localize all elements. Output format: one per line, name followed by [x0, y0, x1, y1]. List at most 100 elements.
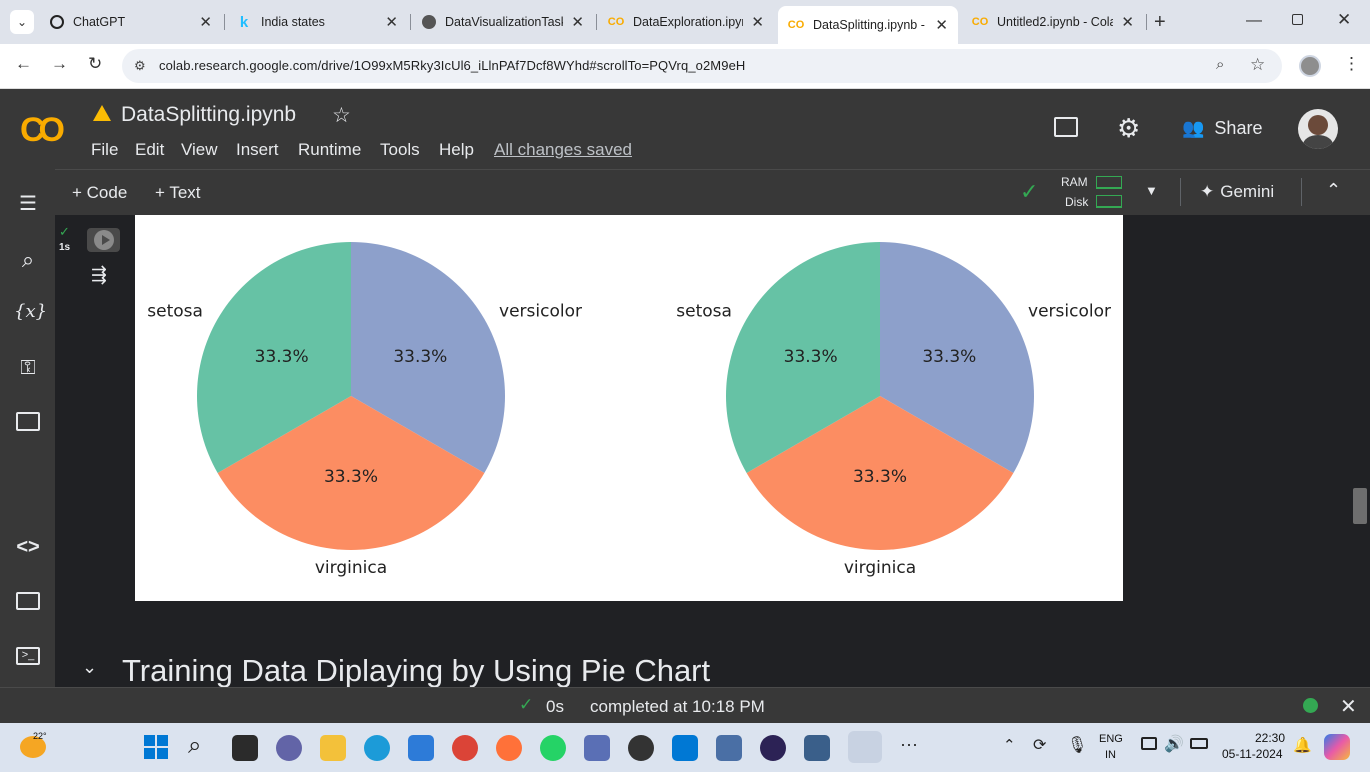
sync-icon[interactable]: ⟳	[1033, 735, 1046, 755]
terminal-icon[interactable]: >_	[16, 647, 40, 665]
menu-file[interactable]: File	[91, 140, 118, 160]
remote-desktop-icon[interactable]	[716, 735, 742, 761]
tab-search-button[interactable]: ⌄	[10, 10, 34, 34]
files-folder-icon[interactable]	[16, 412, 40, 431]
menu-view[interactable]: View	[181, 140, 218, 160]
close-icon[interactable]: ✕	[385, 13, 398, 31]
tab-untitled2[interactable]: CO Untitled2.ipynb - Cola ✕	[962, 6, 1144, 38]
colab-logo[interactable]: CO	[20, 111, 65, 150]
menu-runtime[interactable]: Runtime	[298, 140, 361, 160]
status-check-icon: ✓	[519, 695, 534, 714]
firefox-icon[interactable]	[496, 735, 522, 761]
add-text-button[interactable]: + Text	[155, 183, 201, 203]
file-explorer-icon[interactable]	[320, 735, 346, 761]
menu-insert[interactable]: Insert	[236, 140, 279, 160]
secrets-key-icon[interactable]: ⚿	[14, 357, 42, 385]
notification-bell-icon[interactable]: 🔔	[1293, 736, 1312, 754]
settings-gear-icon[interactable]: ⚙	[1117, 113, 1140, 144]
network-icon[interactable]	[1141, 737, 1157, 750]
obs-icon[interactable]	[628, 735, 654, 761]
notebook-title[interactable]: DataSplitting.ipynb	[121, 103, 296, 127]
eclipse-icon[interactable]	[760, 735, 786, 761]
site-info-icon[interactable]: ⚙	[134, 58, 146, 74]
forward-button[interactable]: →	[51, 54, 68, 74]
zoom-icon[interactable]: ⌕	[1216, 56, 1224, 73]
microphone-icon[interactable]: 🎙	[1067, 735, 1087, 755]
menu-help[interactable]: Help	[439, 140, 474, 160]
close-icon[interactable]: ✕	[751, 13, 764, 31]
pie-category-label: virginica	[315, 558, 387, 578]
gemini-button[interactable]: ✦ Gemini	[1200, 182, 1274, 202]
bookmark-star-icon[interactable]: ☆	[1250, 55, 1265, 75]
star-icon[interactable]: ☆	[332, 103, 351, 128]
command-palette-icon[interactable]	[16, 592, 40, 610]
menu-edit[interactable]: Edit	[135, 140, 164, 160]
task-view-icon[interactable]	[232, 735, 258, 761]
save-status-link[interactable]: All changes saved	[494, 140, 632, 160]
show-hidden-icons[interactable]: ⌃	[1003, 736, 1016, 754]
account-avatar[interactable]	[1298, 109, 1338, 149]
disk-meter[interactable]	[1096, 195, 1122, 208]
search-icon[interactable]: ⌕	[14, 247, 42, 275]
chrome-active-icon[interactable]	[848, 731, 882, 763]
tab-dataexploration[interactable]: CO DataExploration.ipynb ✕	[598, 6, 774, 38]
whatsapp-icon[interactable]	[540, 735, 566, 761]
address-bar[interactable]: ⚙ colab.research.google.com/drive/1O99xM…	[122, 49, 1282, 83]
edge-browser-icon[interactable]	[364, 735, 390, 761]
language-bottom[interactable]: IN	[1105, 749, 1116, 761]
close-icon[interactable]: ✕	[199, 13, 212, 31]
notebook-toolbar: + Code + Text ✓ RAM Disk ▼ ✦ Gemini ⌃	[55, 169, 1370, 215]
runtime-dropdown-icon[interactable]: ▼	[1145, 183, 1158, 198]
variables-icon[interactable]: {x}	[14, 301, 47, 329]
back-button[interactable]: ←	[15, 54, 32, 74]
colab-icon: CO	[971, 16, 989, 28]
ram-meter[interactable]	[1096, 176, 1122, 189]
minimize-button[interactable]: —	[1246, 12, 1262, 30]
output-menu-icon[interactable]: ⇶	[91, 264, 107, 287]
clock-time[interactable]: 22:30	[1255, 731, 1285, 745]
vscode-icon[interactable]	[672, 735, 698, 761]
tab-datavisualization[interactable]: DataVisualizationTask ✕	[412, 6, 594, 38]
profile-avatar[interactable]	[1299, 55, 1321, 77]
battery-icon[interactable]	[1190, 738, 1208, 749]
close-icon[interactable]: ✕	[935, 16, 948, 34]
table-of-contents-icon[interactable]: ☰	[14, 191, 42, 219]
teams-chat-icon[interactable]	[276, 735, 302, 761]
share-label: Share	[1214, 118, 1263, 138]
share-button[interactable]: 👥 Share	[1182, 118, 1262, 139]
windows-start-icon[interactable]	[144, 735, 168, 759]
pie-percent-label: 33.3%	[324, 467, 378, 487]
chrome-icon[interactable]	[452, 735, 478, 761]
close-icon[interactable]: ✕	[571, 13, 584, 31]
browser-menu-icon[interactable]: ⋮	[1343, 54, 1360, 74]
close-window-button[interactable]: ✕	[1337, 10, 1351, 30]
clock-date[interactable]: 05-11-2024	[1222, 747, 1283, 761]
scrollbar-thumb[interactable]	[1353, 488, 1367, 524]
reload-button[interactable]: ↻	[88, 54, 102, 74]
close-icon[interactable]: ✕	[1121, 13, 1134, 31]
snipping-tool-icon[interactable]	[584, 735, 610, 761]
run-cell-button[interactable]	[87, 228, 120, 252]
url-text[interactable]: colab.research.google.com/drive/1O99xM5R…	[159, 58, 745, 73]
tab-chatgpt[interactable]: ChatGPT ✕	[40, 6, 222, 38]
add-code-button[interactable]: + Code	[72, 183, 127, 203]
tab-title: DataVisualizationTask	[445, 15, 564, 29]
tab-india-states[interactable]: k India states ✕	[226, 6, 408, 38]
tab-datasplitting[interactable]: CO DataSplitting.ipynb - ✕	[778, 6, 958, 44]
search-icon[interactable]: ⌕	[188, 732, 201, 760]
close-status-icon[interactable]: ✕	[1340, 694, 1357, 719]
mysql-workbench-icon[interactable]	[804, 735, 830, 761]
menu-tools[interactable]: Tools	[380, 140, 420, 160]
copilot-icon[interactable]	[1324, 734, 1350, 760]
more-apps-icon[interactable]: ···	[900, 734, 918, 755]
volume-icon[interactable]: 🔊	[1164, 734, 1184, 754]
collapse-section-chevron-icon[interactable]: ⌄	[82, 657, 97, 678]
new-tab-button[interactable]: +	[1154, 11, 1166, 34]
code-snippets-icon[interactable]: <>	[14, 536, 42, 564]
collapse-header-icon[interactable]: ⌃	[1326, 180, 1341, 201]
microsoft-store-icon[interactable]	[408, 735, 434, 761]
comment-icon[interactable]	[1054, 117, 1078, 137]
tab-title: India states	[261, 15, 325, 29]
restore-button[interactable]	[1292, 14, 1303, 25]
language-top[interactable]: ENG	[1099, 733, 1123, 745]
